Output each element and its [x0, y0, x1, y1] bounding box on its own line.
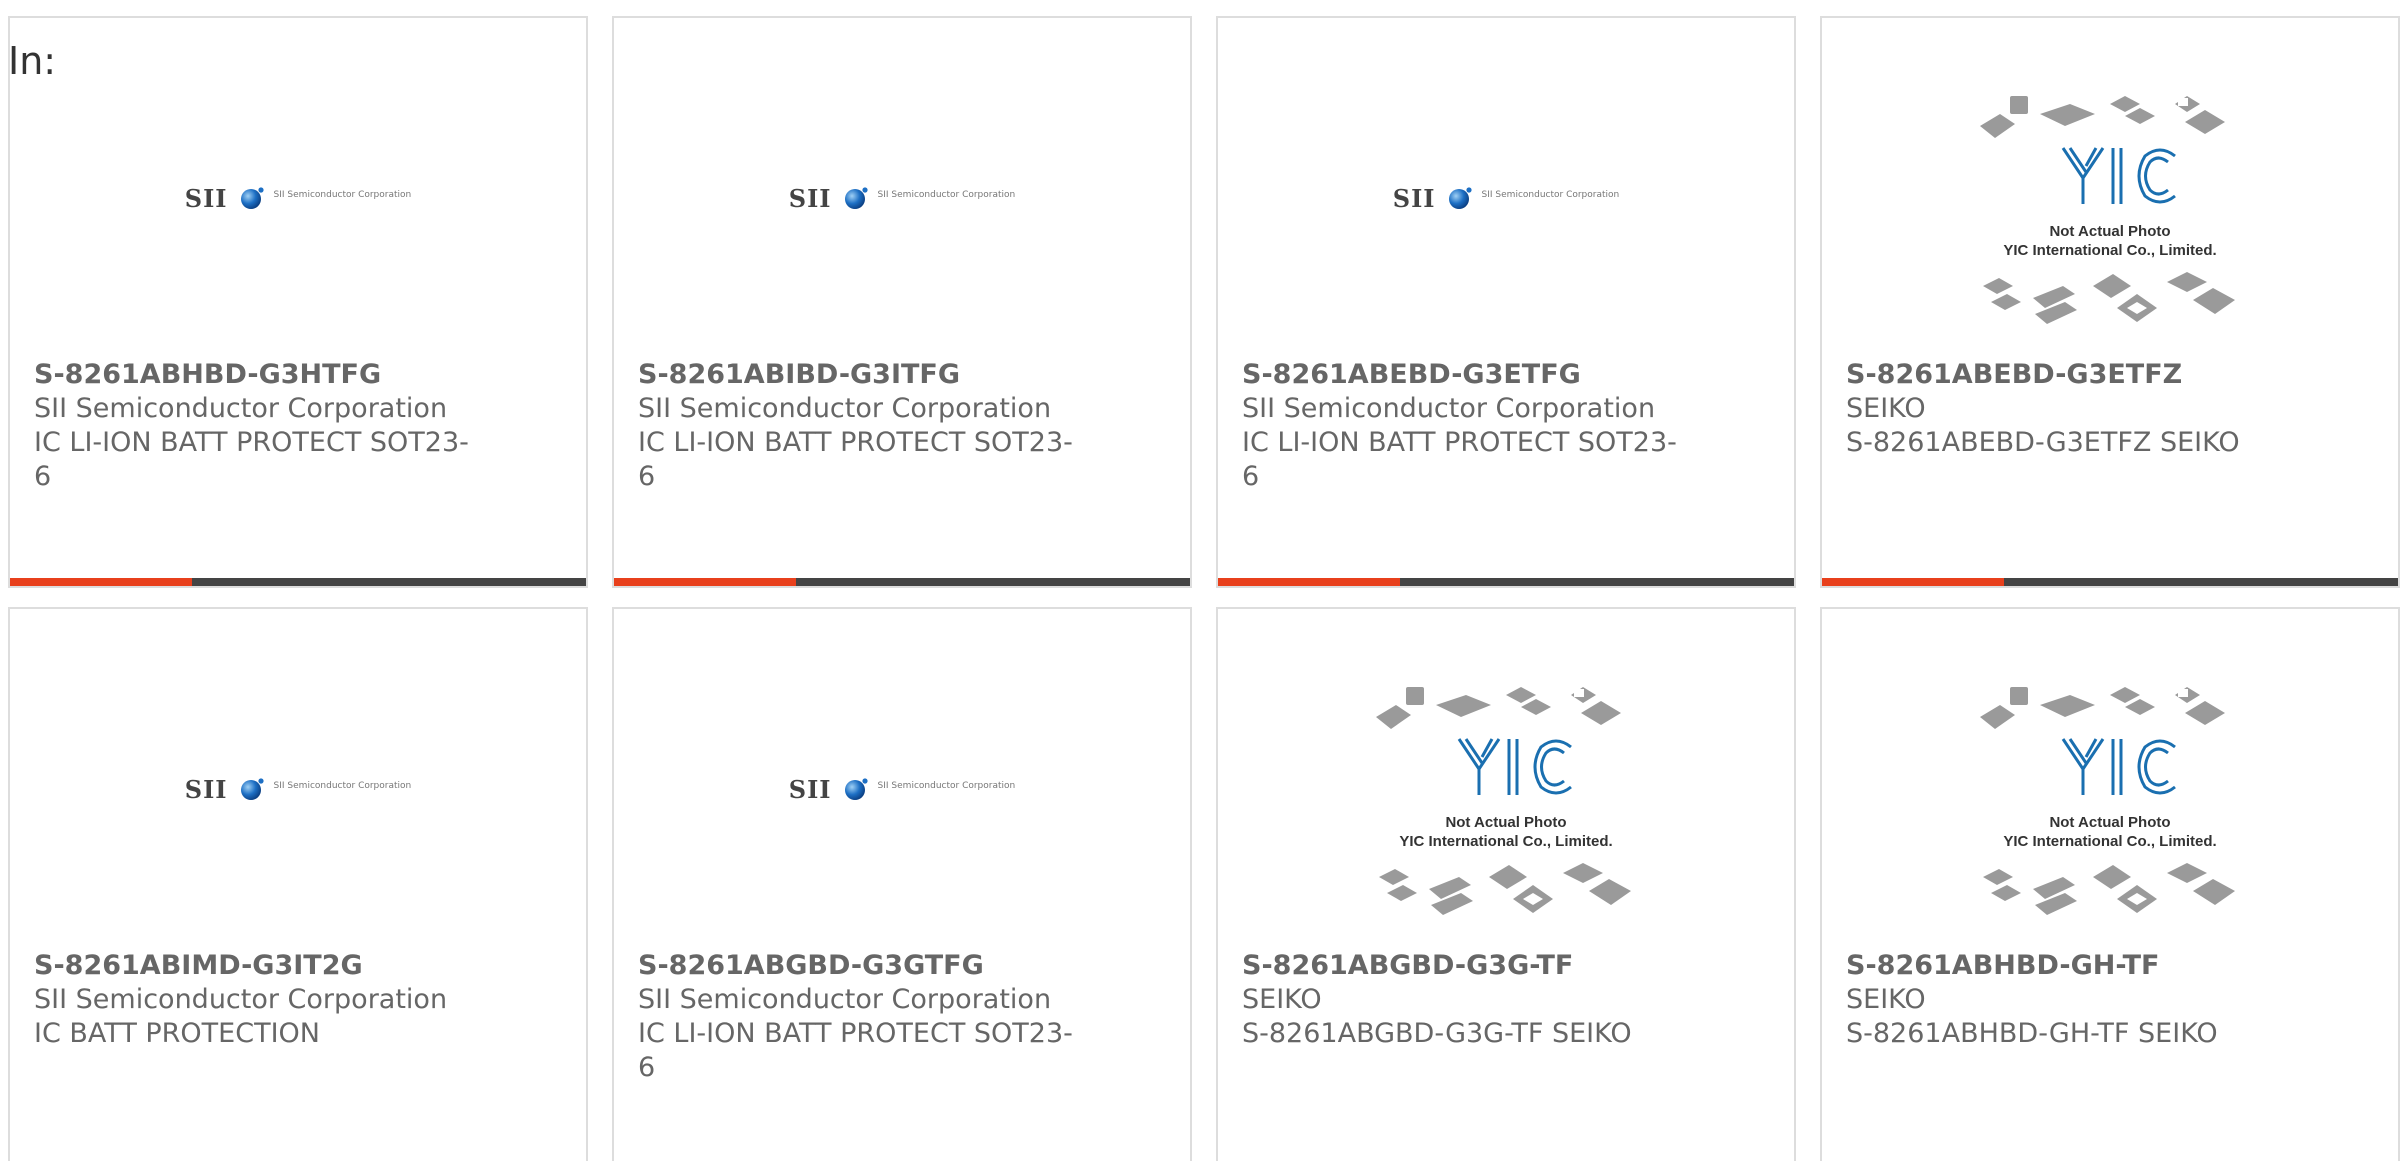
product-card[interactable]: SII SII Semiconductor Corporation S-8261… — [612, 607, 1192, 1161]
product-image[interactable]: Not Actual Photo YIC International Co., … — [1822, 96, 2398, 368]
product-image[interactable]: Not Actual Photo YIC International Co., … — [1822, 687, 2398, 959]
manufacturer: SEIKO — [1242, 984, 1322, 1015]
description: IC LI-ION BATT PROTECT SOT23-6 — [638, 427, 1073, 492]
product-listing-page: In: SII SII Semiconductor Corporation S-… — [0, 0, 2400, 1161]
product-info: S-8261ABGBD-G3G-TF SEIKO S-8261ABGBD-G3G-T… — [1242, 949, 1682, 1051]
manufacturer: SII Semiconductor Corporation — [1242, 393, 1656, 424]
manufacturer: SII Semiconductor Corporation — [638, 984, 1052, 1015]
card-accent-segment — [614, 578, 796, 586]
part-number-link[interactable]: S-8261ABEBD-G3ETFZ — [1846, 358, 2286, 392]
yic-caption-line2: YIC International Co., Limited. — [2003, 242, 2216, 259]
product-info: S-8261ABIMD-G3IT2G SII Semiconductor Corp… — [34, 949, 474, 1051]
manufacturer: SII Semiconductor Corporation — [34, 984, 448, 1015]
part-number-link[interactable]: S-8261ABHBD-GH-TF — [1846, 949, 2286, 983]
product-image[interactable]: SII SII Semiconductor Corporation — [10, 98, 586, 368]
sii-logo-text: SII — [788, 183, 832, 213]
sii-logo: SII SII Semiconductor Corporation — [1393, 183, 1619, 213]
product-card[interactable]: Not Actual Photo YIC International Co., … — [1820, 16, 2400, 588]
globe-icon — [240, 187, 264, 209]
yic-not-actual-photo-image: Not Actual Photo YIC International Co., … — [1980, 687, 2235, 915]
sii-logo-text: SII — [184, 774, 228, 804]
product-info: S-8261ABHBD-GH-TF SEIKO S-8261ABHBD-GH-TF … — [1846, 949, 2286, 1051]
product-info: S-8261ABEBD-G3ETFG SII Semiconductor Corp… — [1242, 358, 1682, 494]
product-image[interactable]: SII SII Semiconductor Corporation — [1218, 98, 1794, 368]
card-bottom-bar — [614, 578, 1190, 586]
sii-logo: SII SII Semiconductor Corporation — [789, 183, 1015, 213]
description: IC LI-ION BATT PROTECT SOT23-6 — [1242, 427, 1677, 492]
filter-label: In: — [8, 39, 57, 83]
manufacturer: SEIKO — [1846, 393, 1926, 424]
product-info: S-8261ABHBD-G3HTFG SII Semiconductor Corp… — [34, 358, 474, 494]
product-info: S-8261ABIBD-G3ITFG SII Semiconductor Corp… — [638, 358, 1078, 494]
card-accent-segment — [10, 578, 192, 586]
product-image[interactable]: Not Actual Photo YIC International Co., … — [1218, 687, 1794, 959]
product-info: S-8261ABGBD-G3GTFG SII Semiconductor Corp… — [638, 949, 1078, 1085]
manufacturer: SII Semiconductor Corporation — [638, 393, 1052, 424]
product-grid: SII SII Semiconductor Corporation S-8261… — [8, 16, 2400, 1161]
globe-icon — [844, 778, 868, 800]
card-bottom-bar — [1218, 578, 1794, 586]
sii-logo-text: SII — [788, 774, 832, 804]
product-image[interactable]: SII SII Semiconductor Corporation — [10, 689, 586, 959]
product-card[interactable]: Not Actual Photo YIC International Co., … — [1820, 607, 2400, 1161]
yic-caption-line1: Not Actual Photo — [2049, 223, 2170, 240]
product-card[interactable]: SII SII Semiconductor Corporation S-8261… — [612, 16, 1192, 588]
description: S-8261ABHBD-GH-TF SEIKO — [1846, 1018, 2218, 1049]
sii-logo: SII SII Semiconductor Corporation — [789, 774, 1015, 804]
card-accent-segment — [1822, 578, 2004, 586]
yic-caption-line2: YIC International Co., Limited. — [2003, 833, 2216, 850]
yic-caption-line1: Not Actual Photo — [1445, 814, 1566, 831]
card-bottom-bar — [10, 578, 586, 586]
sii-logo-corp: SII Semiconductor Corporation — [273, 781, 412, 791]
sii-logo-text: SII — [1392, 183, 1436, 213]
manufacturer: SII Semiconductor Corporation — [34, 393, 448, 424]
part-number-link[interactable]: S-8261ABEBD-G3ETFG — [1242, 358, 1682, 392]
sii-logo-corp: SII Semiconductor Corporation — [273, 190, 412, 200]
yic-not-actual-photo-image: Not Actual Photo YIC International Co., … — [1376, 687, 1631, 915]
product-image[interactable]: SII SII Semiconductor Corporation — [614, 689, 1190, 959]
part-number-link[interactable]: S-8261ABIBD-G3ITFG — [638, 358, 1078, 392]
yic-caption-line1: Not Actual Photo — [2049, 814, 2170, 831]
part-number-link[interactable]: S-8261ABGBD-G3GTFG — [638, 949, 1078, 983]
sii-logo-corp: SII Semiconductor Corporation — [1481, 190, 1620, 200]
sii-logo-corp: SII Semiconductor Corporation — [877, 190, 1016, 200]
globe-icon — [844, 187, 868, 209]
description: IC BATT PROTECTION — [34, 1018, 320, 1049]
part-number-link[interactable]: S-8261ABHBD-G3HTFG — [34, 358, 474, 392]
part-number-link[interactable]: S-8261ABGBD-G3G-TF — [1242, 949, 1682, 983]
globe-icon — [1448, 187, 1472, 209]
globe-icon — [240, 778, 264, 800]
yic-not-actual-photo-image: Not Actual Photo YIC International Co., … — [1980, 96, 2235, 324]
sii-logo-corp: SII Semiconductor Corporation — [877, 781, 1016, 791]
product-card[interactable]: Not Actual Photo YIC International Co., … — [1216, 607, 1796, 1161]
sii-logo: SII SII Semiconductor Corporation — [185, 774, 411, 804]
product-info: S-8261ABEBD-G3ETFZ SEIKO S-8261ABEBD-G3ETF… — [1846, 358, 2286, 460]
product-image[interactable]: SII SII Semiconductor Corporation — [614, 98, 1190, 368]
description: IC LI-ION BATT PROTECT SOT23-6 — [638, 1018, 1073, 1083]
sii-logo-text: SII — [184, 183, 228, 213]
description: S-8261ABGBD-G3G-TF SEIKO — [1242, 1018, 1632, 1049]
product-card[interactable]: SII SII Semiconductor Corporation S-8261… — [1216, 16, 1796, 588]
yic-caption-line2: YIC International Co., Limited. — [1399, 833, 1612, 850]
manufacturer: SEIKO — [1846, 984, 1926, 1015]
product-card[interactable]: SII SII Semiconductor Corporation S-8261… — [8, 16, 588, 588]
product-card[interactable]: SII SII Semiconductor Corporation S-8261… — [8, 607, 588, 1161]
sii-logo: SII SII Semiconductor Corporation — [185, 183, 411, 213]
description: S-8261ABEBD-G3ETFZ SEIKO — [1846, 427, 2240, 458]
part-number-link[interactable]: S-8261ABIMD-G3IT2G — [34, 949, 474, 983]
card-accent-segment — [1218, 578, 1400, 586]
description: IC LI-ION BATT PROTECT SOT23-6 — [34, 427, 469, 492]
card-bottom-bar — [1822, 578, 2398, 586]
